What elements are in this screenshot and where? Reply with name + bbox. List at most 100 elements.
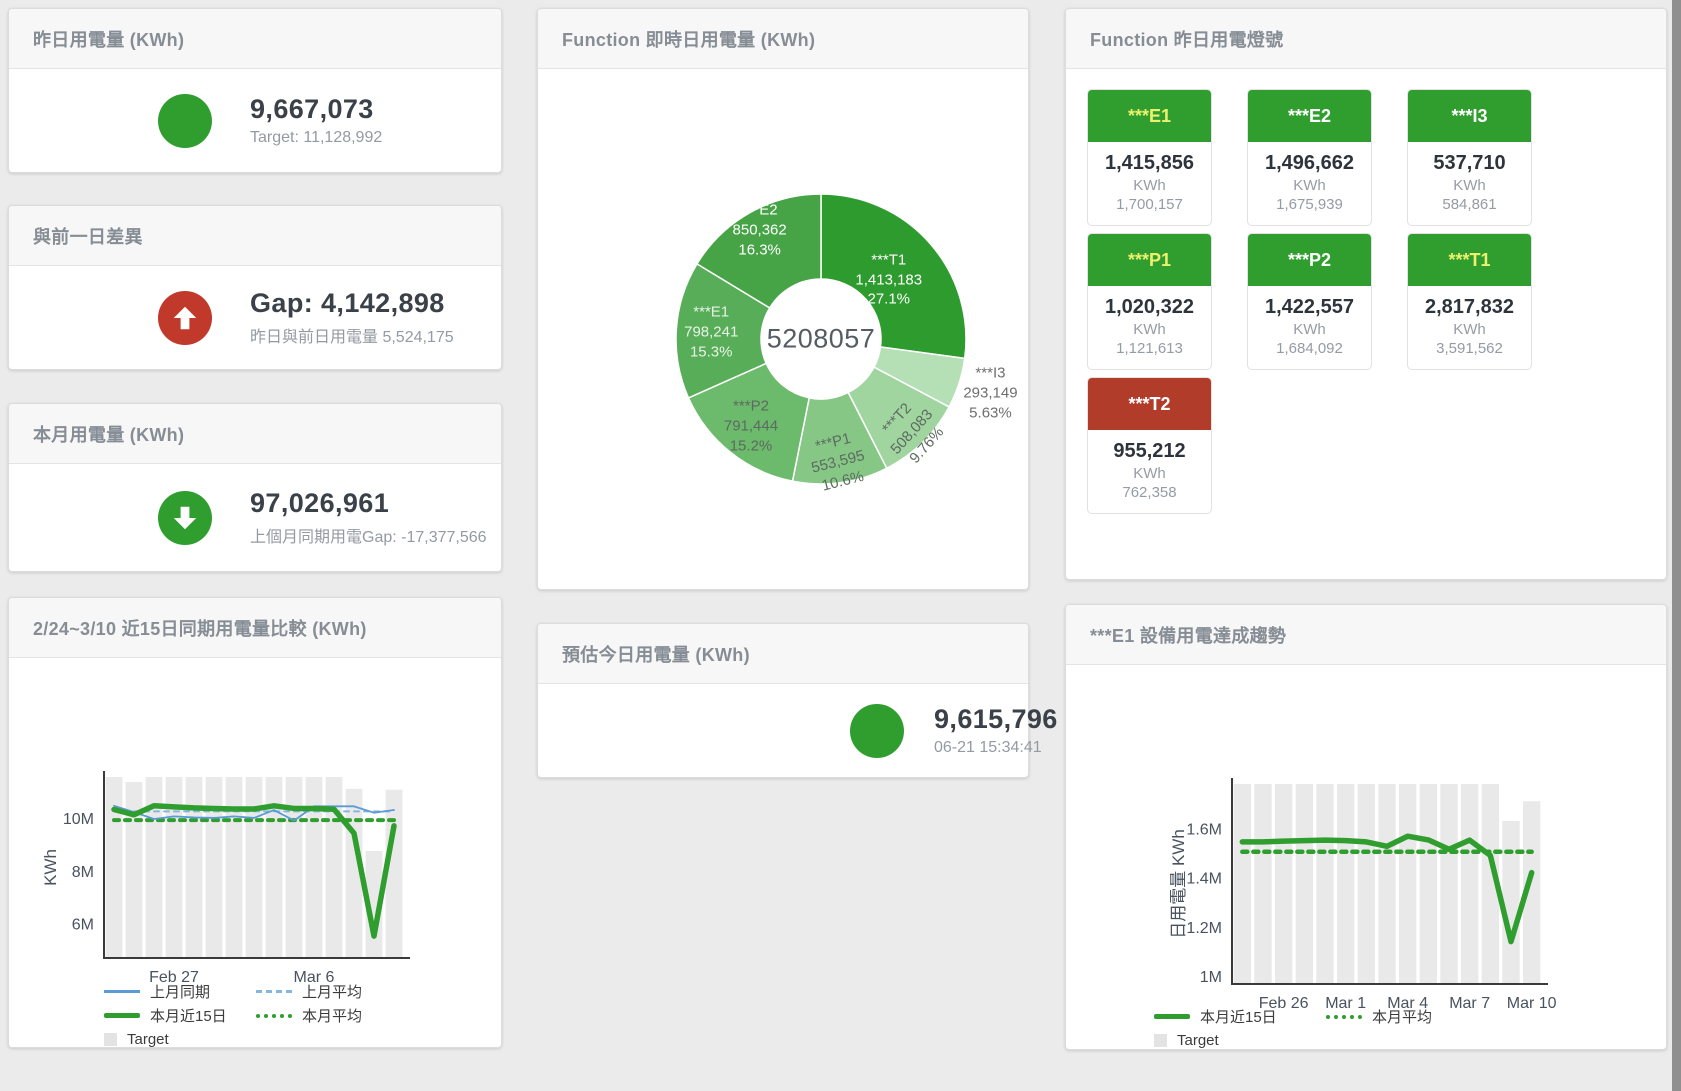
stat-subtitle: 上個月同期用電Gap: -17,377,566 (250, 523, 487, 547)
device-tile: ***E1 1,415,856 KWh 1,700,157 (1087, 89, 1212, 226)
panel-yesterday-usage: 昨日用電量 (KWh) 9,667,073 Target: 11,128,992 (8, 8, 502, 173)
device-tile-target: 1,675,939 (1248, 196, 1371, 213)
panel-header: Function 昨日用電燈號 (1066, 9, 1666, 69)
panel-header: 昨日用電量 (KWh) (9, 9, 501, 69)
device-tile-target: 3,591,562 (1408, 340, 1531, 357)
panel-title: Function 昨日用電燈號 (1090, 26, 1283, 52)
device-tiles-grid: ***E1 1,415,856 KWh 1,700,157 ***E2 1,49… (1087, 89, 1532, 514)
panel-header: 本月用電量 (KWh) (9, 404, 501, 464)
device-tile: ***I3 537,710 KWh 584,861 (1407, 89, 1532, 226)
donut-slice-label: ***I3293,1495.63% (963, 364, 1017, 423)
legend-label: Target (1177, 1032, 1219, 1049)
panel-today-estimate: 預估今日用電量 (KWh) 9,615,796 06-21 15:34:41 (537, 623, 1029, 778)
donut-center-total: 5208057 (767, 324, 876, 355)
legend-label: 本月近15日 (1200, 1006, 1277, 1027)
stat-value: 97,026,961 (250, 488, 487, 519)
vertical-scrollbar[interactable] (1672, 0, 1681, 1091)
compare-line-chart[interactable]: 6M8M10MFeb 27Mar 6KWh (9, 598, 501, 1047)
panel-day-gap: 與前一日差異 Gap: 4,142,898 昨日與前日用電量 5,524,175 (8, 205, 502, 370)
energy-dashboard: 昨日用電量 (KWh) 9,667,073 Target: 11,128,992… (0, 0, 1681, 1091)
svg-text:Mar 10: Mar 10 (1507, 995, 1557, 1012)
panel-title: 與前一日差異 (33, 223, 143, 249)
device-tile-header: ***E2 (1248, 90, 1371, 142)
panel-header: 與前一日差異 (9, 206, 501, 266)
stat-value: Gap: 4,142,898 (250, 288, 454, 319)
device-tile: ***T2 955,212 KWh 762,358 (1087, 377, 1212, 514)
trend-line-chart[interactable]: 1M1.2M1.4M1.6MFeb 26Mar 1Mar 4Mar 7Mar 1… (1066, 605, 1666, 1049)
device-tile-target: 584,861 (1408, 196, 1531, 213)
stat-subtitle: 06-21 15:34:41 (934, 739, 1058, 757)
device-tile-unit: KWh (1408, 321, 1531, 338)
panel-month-usage: 本月用電量 (KWh) 97,026,961 上個月同期用電Gap: -17,3… (8, 403, 502, 572)
device-tile-header: ***P2 (1248, 234, 1371, 286)
stat-body: 9,667,073 Target: 11,128,992 (9, 69, 501, 172)
device-tile-target: 1,684,092 (1248, 340, 1371, 357)
legend-swatch (104, 990, 140, 993)
legend-item-本月平均[interactable]: 本月平均 (1326, 1006, 1498, 1027)
legend-item-Target[interactable]: Target (104, 1029, 256, 1050)
device-tile-header: ***I3 (1408, 90, 1531, 142)
legend-item-上月同期[interactable]: 上月同期 (104, 981, 256, 1002)
svg-text:1.2M: 1.2M (1186, 920, 1222, 937)
stat-body: 97,026,961 上個月同期用電Gap: -17,377,566 (9, 464, 501, 571)
compare-chart-legend: 上月同期 上月平均本月近15日本月平均Target (104, 981, 408, 1050)
device-tile-header: ***E1 (1088, 90, 1211, 142)
device-tile-value: 2,817,832 (1408, 296, 1531, 319)
device-tile: ***P1 1,020,322 KWh 1,121,613 (1087, 233, 1212, 370)
legend-label: 本月平均 (1372, 1006, 1432, 1027)
legend-label: 上月平均 (302, 981, 362, 1002)
legend-item-本月平均[interactable]: 本月平均 (256, 1005, 408, 1026)
device-tile-header: ***T2 (1088, 378, 1211, 430)
donut-slice-label: ***E2850,36216.3% (733, 200, 787, 259)
stat-text: 9,667,073 Target: 11,128,992 (250, 94, 382, 147)
legend-item-上月平均[interactable]: 上月平均 (256, 981, 408, 1002)
svg-text:1.4M: 1.4M (1186, 871, 1222, 888)
device-tile-unit: KWh (1248, 177, 1371, 194)
device-tile-unit: KWh (1088, 465, 1211, 482)
legend-item-本月近15日[interactable]: 本月近15日 (104, 1005, 256, 1026)
device-tile: ***T1 2,817,832 KWh 3,591,562 (1407, 233, 1532, 370)
stat-value: 9,667,073 (250, 94, 382, 125)
device-tile-unit: KWh (1408, 177, 1531, 194)
legend-swatch (1154, 1034, 1167, 1047)
legend-swatch (256, 1014, 292, 1018)
svg-text:10M: 10M (63, 811, 94, 828)
panel-yesterday-lights: Function 昨日用電燈號 ***E1 1,415,856 KWh 1,70… (1065, 8, 1667, 580)
panel-title: 預估今日用電量 (KWh) (562, 641, 750, 667)
device-tile: ***E2 1,496,662 KWh 1,675,939 (1247, 89, 1372, 226)
svg-text:6M: 6M (72, 917, 94, 934)
legend-swatch (104, 1013, 140, 1018)
legend-swatch (1326, 1015, 1362, 1019)
device-tile-target: 1,121,613 (1088, 340, 1211, 357)
donut-slice-label: ***E1798,24115.3% (684, 302, 738, 361)
stat-value: 9,615,796 (934, 704, 1058, 735)
device-tile-target: 1,700,157 (1088, 196, 1211, 213)
arrow-up-circle-icon (158, 291, 212, 345)
legend-item-本月近15日[interactable]: 本月近15日 (1154, 1006, 1326, 1027)
device-tile-header: ***P1 (1088, 234, 1211, 286)
stat-text: 97,026,961 上個月同期用電Gap: -17,377,566 (250, 488, 487, 547)
device-tile-value: 1,415,856 (1088, 152, 1211, 175)
panel-15day-compare-chart: 2/24~3/10 近15日同期用電量比較 (KWh) 6M8M10MFeb 2… (8, 597, 502, 1048)
legend-item-Target[interactable]: Target (1154, 1030, 1326, 1051)
panel-title: 昨日用電量 (KWh) (33, 26, 184, 52)
svg-text:日用電量 KWh: 日用電量 KWh (1169, 829, 1188, 939)
stat-subtitle: Target: 11,128,992 (250, 129, 382, 147)
device-tile-unit: KWh (1088, 177, 1211, 194)
panel-header: 預估今日用電量 (KWh) (538, 624, 1028, 684)
device-tile-header: ***T1 (1408, 234, 1531, 286)
arrow-down-icon (170, 503, 200, 533)
status-circle-icon (850, 704, 904, 758)
status-circle-icon (158, 94, 212, 148)
svg-text:1.6M: 1.6M (1186, 821, 1222, 838)
panel-realtime-donut: Function 即時日用電量 (KWh) 5208057***T11,413,… (537, 8, 1029, 590)
svg-text:1M: 1M (1200, 969, 1222, 986)
arrow-up-icon (170, 303, 200, 333)
device-tile-value: 1,496,662 (1248, 152, 1371, 175)
panel-e1-trend-chart: ***E1 設備用電達成趨勢 1M1.2M1.4M1.6MFeb 26Mar 1… (1065, 604, 1667, 1050)
legend-label: 上月同期 (150, 981, 210, 1002)
donut-chart[interactable]: 5208057***T11,413,18327.1%***I3293,1495.… (538, 9, 1028, 589)
device-tile-value: 955,212 (1088, 440, 1211, 463)
stat-subtitle: 昨日與前日用電量 5,524,175 (250, 323, 454, 347)
device-tile-value: 537,710 (1408, 152, 1531, 175)
